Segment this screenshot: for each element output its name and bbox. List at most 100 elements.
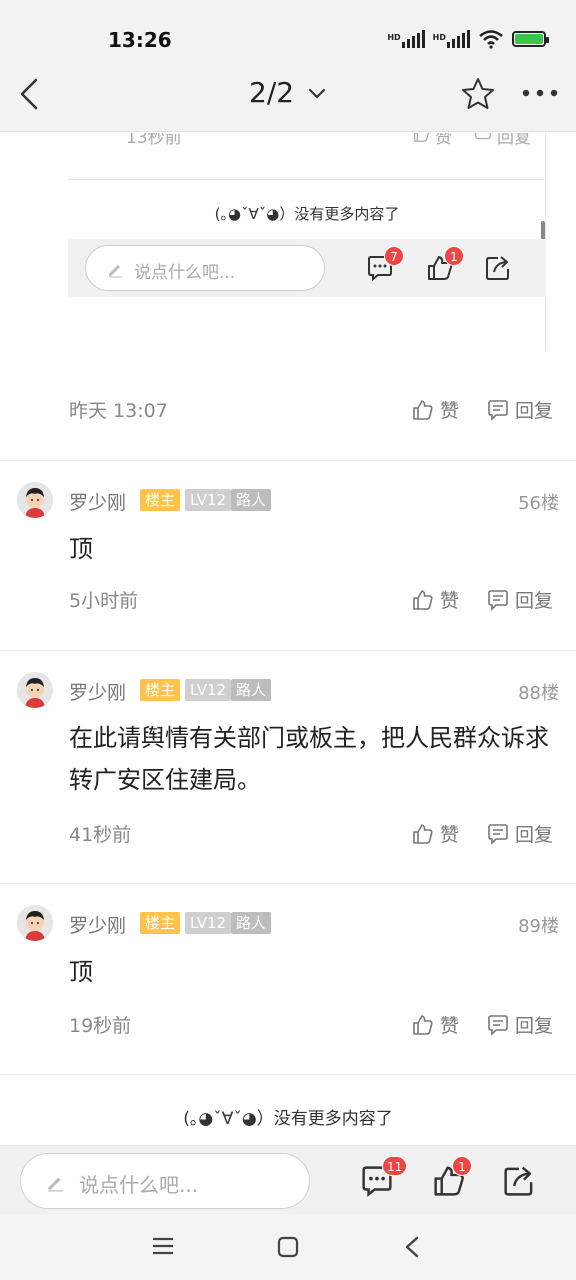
nested-reply-button[interactable]: 回复 bbox=[474, 133, 531, 148]
floor-number: 89楼 bbox=[518, 916, 559, 937]
floor-number: 88楼 bbox=[518, 683, 559, 704]
comment-text: 顶 bbox=[69, 958, 93, 986]
username[interactable]: 罗少刚 bbox=[69, 678, 126, 705]
reply-button[interactable]: 回复 bbox=[487, 820, 553, 847]
level-badge: LV12 bbox=[185, 912, 232, 934]
signal-strength-icon: HD bbox=[387, 30, 425, 48]
reply-icon bbox=[488, 1014, 508, 1036]
comments-list[interactable]: 13秒前 赞 回复 (｡◕ˇ∀ˇ◕）没有更多内容了 说点什么吧... 7 1 昨… bbox=[0, 133, 576, 1145]
nested-share-button[interactable] bbox=[484, 254, 512, 286]
nested-reply-actions: 赞 回复 bbox=[412, 133, 531, 148]
nested-no-more-text: (｡◕ˇ∀ˇ◕）没有更多内容了 bbox=[214, 205, 400, 223]
like-label: 赞 bbox=[440, 590, 460, 612]
reply-icon bbox=[488, 589, 508, 611]
nested-like-button[interactable]: 赞 bbox=[412, 133, 458, 148]
level-badge: LV12 bbox=[185, 679, 232, 701]
nested-reply-label: 回复 bbox=[497, 133, 531, 148]
reply-label: 回复 bbox=[515, 824, 554, 846]
separator bbox=[0, 460, 576, 461]
nested-input-placeholder: 说点什么吧... bbox=[134, 263, 236, 283]
separator bbox=[0, 1074, 576, 1075]
status-icons: HD HD bbox=[387, 29, 549, 49]
comment-time: 19秒前 bbox=[69, 1015, 132, 1037]
comment-text: 在此请舆情有关部门或板主，把人民群众诉求转广安区住建局。 bbox=[69, 724, 549, 794]
nested-reply-time: 13秒前 bbox=[126, 133, 182, 148]
system-nav-bar bbox=[0, 1215, 576, 1280]
like-button[interactable]: 赞 bbox=[412, 586, 459, 613]
thumbs-up-icon bbox=[413, 399, 433, 420]
home-icon[interactable] bbox=[277, 1236, 299, 1258]
input-placeholder: 说点什么吧... bbox=[79, 1173, 199, 1197]
status-bar: 13:26 HD HD bbox=[0, 0, 576, 56]
reply-label: 回复 bbox=[515, 1015, 554, 1037]
thumbs-up-icon bbox=[413, 823, 433, 844]
comment-text: 顶 bbox=[69, 535, 93, 563]
star-favorite-icon[interactable] bbox=[460, 76, 496, 112]
share-icon bbox=[486, 256, 509, 280]
like-label: 赞 bbox=[440, 824, 460, 846]
like-count-badge: 1 bbox=[444, 246, 464, 266]
thumbs-up-icon bbox=[413, 1014, 433, 1035]
nested-like-label: 赞 bbox=[434, 133, 452, 148]
username[interactable]: 罗少刚 bbox=[69, 488, 126, 515]
comment-count-badge: 11 bbox=[382, 1156, 408, 1176]
more-options-icon[interactable] bbox=[520, 86, 560, 100]
share-button[interactable] bbox=[502, 1164, 536, 1202]
owner-badge: 楼主 bbox=[140, 679, 181, 701]
top-nav-bar: 2/2 bbox=[0, 56, 576, 132]
reply-label: 回复 bbox=[515, 590, 554, 612]
like-label: 赞 bbox=[440, 1015, 460, 1037]
chevron-down-icon bbox=[308, 88, 326, 99]
separator bbox=[0, 650, 576, 651]
role-badge: 路人 bbox=[231, 912, 272, 934]
avatar[interactable] bbox=[17, 905, 53, 941]
like-button[interactable]: 赞 bbox=[412, 1011, 459, 1038]
owner-badge: 楼主 bbox=[140, 912, 181, 934]
floor-number: 56楼 bbox=[518, 493, 559, 514]
hd-label-2: HD bbox=[432, 33, 446, 42]
reply-icon bbox=[474, 133, 491, 140]
nested-comments-button[interactable]: 7 bbox=[366, 246, 404, 286]
comment-time: 5小时前 bbox=[69, 590, 139, 612]
level-badge: LV12 bbox=[185, 489, 232, 511]
divider bbox=[68, 179, 546, 180]
battery-icon bbox=[512, 31, 549, 47]
role-badge: 路人 bbox=[231, 679, 272, 701]
reply-label: 回复 bbox=[515, 400, 554, 422]
reply-icon bbox=[488, 399, 508, 421]
like-label: 赞 bbox=[440, 400, 460, 422]
like-count-badge: 1 bbox=[452, 1156, 472, 1176]
status-time: 13:26 bbox=[108, 28, 172, 52]
pen-icon bbox=[48, 1177, 63, 1192]
like-total-button[interactable]: 1 bbox=[432, 1156, 472, 1202]
thumbs-up-icon bbox=[413, 589, 433, 610]
scrollbar[interactable] bbox=[541, 221, 545, 241]
comment-input[interactable]: 说点什么吧... bbox=[20, 1153, 310, 1209]
avatar[interactable] bbox=[17, 482, 53, 518]
comments-button[interactable]: 11 bbox=[360, 1156, 408, 1202]
hd-label: HD bbox=[387, 33, 401, 42]
reply-button[interactable]: 回复 bbox=[487, 396, 553, 423]
nested-reply-panel: 13秒前 赞 回复 (｡◕ˇ∀ˇ◕）没有更多内容了 说点什么吧... 7 1 bbox=[68, 133, 546, 351]
page-indicator: 2/2 bbox=[249, 76, 295, 109]
bottom-reply-bar: 说点什么吧... 11 1 bbox=[0, 1145, 576, 1215]
nested-comment-input[interactable]: 说点什么吧... bbox=[85, 245, 325, 291]
separator bbox=[0, 883, 576, 884]
pen-icon bbox=[109, 265, 122, 278]
like-button[interactable]: 赞 bbox=[412, 820, 459, 847]
username[interactable]: 罗少刚 bbox=[69, 911, 126, 938]
post-time: 昨天 13:07 bbox=[69, 400, 168, 422]
menu-icon[interactable] bbox=[152, 1236, 174, 1256]
avatar[interactable] bbox=[17, 672, 53, 708]
role-badge: 路人 bbox=[231, 489, 272, 511]
nested-reply-bar: 说点什么吧... 7 1 bbox=[68, 239, 546, 297]
reply-button[interactable]: 回复 bbox=[487, 586, 553, 613]
like-button[interactable]: 赞 bbox=[412, 396, 459, 423]
back-icon[interactable] bbox=[402, 1235, 422, 1259]
comment-count-badge: 7 bbox=[384, 246, 404, 266]
reply-button[interactable]: 回复 bbox=[487, 1011, 553, 1038]
nested-like-total-button[interactable]: 1 bbox=[426, 246, 464, 286]
reply-icon bbox=[488, 823, 508, 845]
no-more-content-text: (｡◕ˇ∀ˇ◕）没有更多内容了 bbox=[183, 1109, 393, 1129]
wifi-icon bbox=[479, 30, 503, 49]
